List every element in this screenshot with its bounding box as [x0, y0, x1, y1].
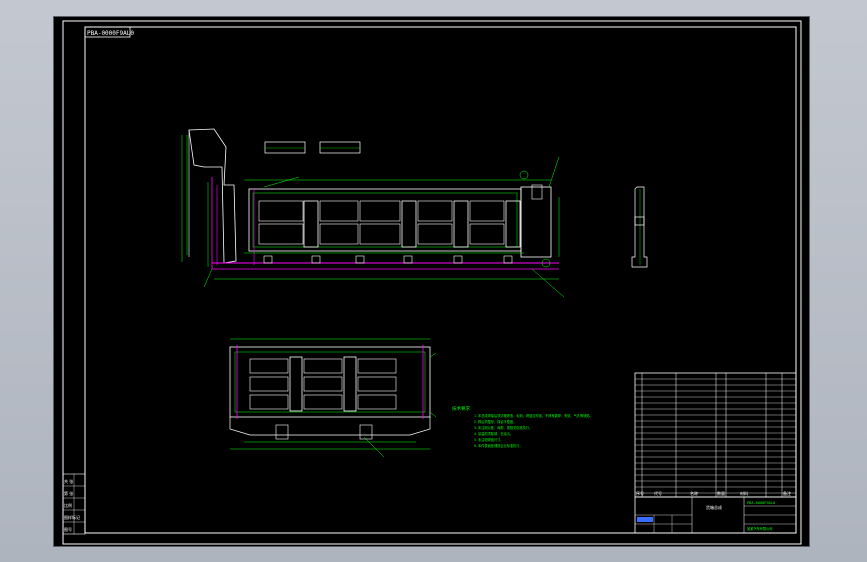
col-header-6: 备注: [783, 490, 791, 496]
outer-frame: [62, 20, 802, 545]
title-part-number: PBA-0000F9AL0: [747, 501, 775, 505]
note-5: 5. 未注明焊缝尺寸。: [474, 437, 504, 442]
drawing-viewport[interactable]: PBA-0000F9AL0 技术要求 1. 本总成焊接后须清理焊渣、毛刺，焊缝应…: [53, 16, 810, 547]
sheet-info-3: 比例: [64, 502, 72, 508]
col-header-4: 数量: [717, 490, 725, 496]
end-section-view: [631, 186, 648, 268]
sheet-info-5: 图号: [64, 526, 72, 532]
sheet-info-1: 共 张: [64, 478, 73, 484]
notes-title: 技术要求: [452, 405, 470, 412]
sheet-info-4: 图样标记: [64, 514, 80, 520]
col-header-1: 序号: [636, 490, 644, 496]
sheet-info-2: 第 张: [64, 490, 73, 496]
col-header-3: 名称: [690, 490, 698, 496]
note-2: 2. 焊后须整形，保证平整度。: [474, 419, 516, 424]
part-name: 货箱总成: [706, 504, 722, 510]
title-block: 货箱总成 PBA-0000F9AL0 某某汽车有限公司: [634, 496, 797, 534]
sheet-info-box: 共 张 第 张 比例 图样标记 图号: [62, 473, 86, 535]
col-header-2: 代号: [654, 490, 662, 496]
drawing-number-box: PBA-0000F9AL0: [84, 26, 134, 38]
parts-list: 序号 代号 名称 数量 材料 备注: [634, 372, 797, 498]
note-1: 1. 本总成焊接后须清理焊渣、毛刺，焊缝应牢固，不得有漏焊、夹渣、气孔等缺陷。: [474, 413, 593, 418]
note-3: 3. 未注明公差、间隙，按相关标准执行。: [474, 425, 532, 430]
col-header-5: 材料: [740, 490, 748, 496]
side-view: [181, 128, 565, 298]
note-4: 4. 涂装前须除锈、去油污。: [474, 431, 513, 436]
company-name: 某某汽车有限公司: [747, 526, 773, 531]
drawing-number-text: PBA-0000F9AL0: [87, 30, 134, 37]
plan-view: [229, 338, 437, 458]
cad-drawing: PBA-0000F9AL0 技术要求 1. 本总成焊接后须清理焊渣、毛刺，焊缝应…: [62, 20, 802, 545]
technical-notes: 技术要求 1. 本总成焊接后须清理焊渣、毛刺，焊缝应牢固，不得有漏焊、夹渣、气孔…: [452, 405, 593, 448]
note-6: 6. 本件表面处理按企业标准执行。: [474, 443, 523, 448]
